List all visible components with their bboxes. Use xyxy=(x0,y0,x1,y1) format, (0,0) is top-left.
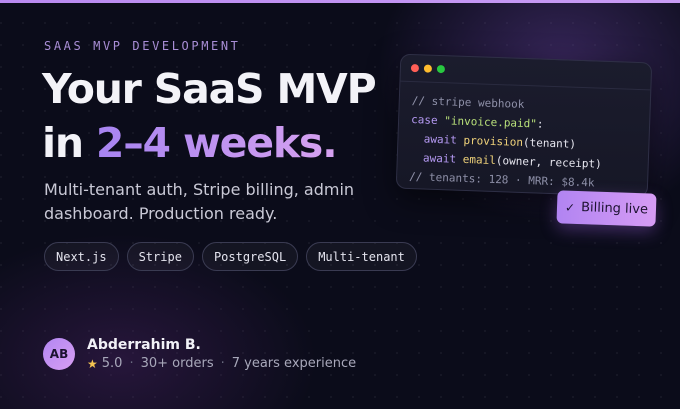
experience-years: 7 years experience xyxy=(231,356,357,371)
code-keyword: await xyxy=(422,151,457,166)
eyebrow-label: SAAS MVP DEVELOPMENT xyxy=(44,39,241,53)
code-args: (owner, receipt) xyxy=(495,154,603,171)
headline: Your SaaS MVP in 2–4 weeks. xyxy=(42,62,377,170)
meta-separator: · xyxy=(220,356,225,371)
orders-count: 30+ orders xyxy=(140,356,214,371)
code-colon: : xyxy=(536,117,544,131)
tag-postgresql: PostgreSQL xyxy=(201,242,299,271)
rating-value: 5.0 xyxy=(101,356,123,371)
code-string: "invoice.paid" xyxy=(444,114,538,131)
avatar: AB xyxy=(43,338,75,370)
hero-banner: SAAS MVP DEVELOPMENT Your SaaS MVP in 2–… xyxy=(0,0,680,409)
star-icon: ★ xyxy=(87,356,98,371)
top-accent-bar xyxy=(0,0,680,3)
code-keyword: await xyxy=(423,132,458,147)
code-function: email xyxy=(462,152,497,168)
code-keyword: case xyxy=(410,113,438,127)
window-minimize-dot xyxy=(423,64,433,73)
badge-label: Billing live xyxy=(580,200,649,218)
window-close-dot xyxy=(410,64,420,73)
headline-accent: 2–4 weeks. xyxy=(95,119,338,167)
code-snippet: // stripe webhook case "invoice.paid": aw… xyxy=(409,91,604,193)
tag-nextjs: Next.js xyxy=(44,242,119,271)
meta-separator: · xyxy=(129,356,134,371)
billing-live-badge: ✓ Billing live xyxy=(556,190,657,227)
author-meta: ★ 5.0 · 30+ orders · 7 years experience xyxy=(87,356,356,371)
code-args: (tenant) xyxy=(522,135,577,151)
window-divider xyxy=(400,80,651,91)
author-name: Abderrahim B. xyxy=(87,337,201,353)
tech-tags: Next.js Stripe PostgreSQL Multi-tenant xyxy=(44,242,417,271)
code-function: provision xyxy=(463,133,524,149)
code-window: // stripe webhook case "invoice.paid": aw… xyxy=(395,53,653,198)
check-icon: ✓ xyxy=(564,200,576,215)
window-maximize-dot xyxy=(436,64,446,74)
tag-multi-tenant: Multi-tenant xyxy=(306,242,417,271)
headline-line-2-prefix: in xyxy=(42,119,96,167)
subtext: Multi-tenant auth, Stripe billing, admin… xyxy=(44,180,355,223)
headline-line-1: Your SaaS MVP xyxy=(42,65,377,113)
tag-stripe: Stripe xyxy=(126,242,194,271)
window-controls xyxy=(410,64,446,74)
headline-line-2: in 2–4 weeks. xyxy=(42,116,375,170)
